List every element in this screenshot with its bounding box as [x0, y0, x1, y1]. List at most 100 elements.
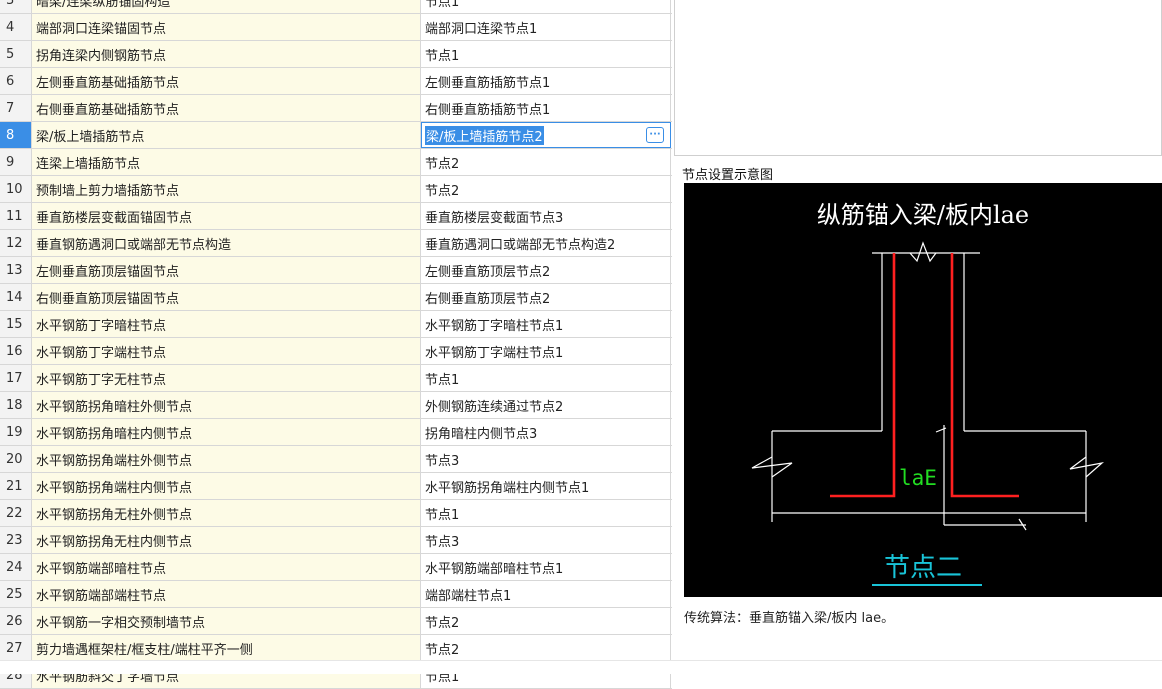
row-number[interactable]: 6 — [0, 68, 32, 94]
node-name-cell: 左侧垂直筋基础插筋节点 — [32, 68, 421, 94]
node-value-cell[interactable]: 梁/板上墙插筋节点2 ··· — [421, 122, 671, 148]
node-value-cell[interactable]: 垂直筋楼层变截面节点3 — [421, 203, 671, 229]
row-number[interactable]: 16 — [0, 338, 32, 364]
node-name-cell: 梁/板上墙插筋节点 — [32, 122, 421, 148]
table-row[interactable]: 8 梁/板上墙插筋节点 梁/板上墙插筋节点2 ··· — [0, 122, 672, 149]
node-name-cell: 暗梁/连梁纵筋锚固构造 — [32, 0, 421, 13]
node-value-cell[interactable]: 节点2 — [421, 176, 671, 202]
node-value-cell[interactable]: 节点2 — [421, 608, 671, 634]
table-row[interactable]: 21 水平钢筋拐角端柱内侧节点 水平钢筋拐角端柱内侧节点1 — [0, 473, 672, 500]
node-value-cell[interactable]: 水平钢筋端部暗柱节点1 — [421, 554, 671, 580]
node-value-cell[interactable]: 节点1 — [421, 365, 671, 391]
node-value-cell[interactable]: 节点3 — [421, 446, 671, 472]
row-number[interactable]: 18 — [0, 392, 32, 418]
row-number[interactable]: 15 — [0, 311, 32, 337]
table-row[interactable]: 15 水平钢筋丁字暗柱节点 水平钢筋丁字暗柱节点1 — [0, 311, 672, 338]
table-row[interactable]: 25 水平钢筋端部端柱节点 端部端柱节点1 — [0, 581, 672, 608]
anchorage-length-label: laE — [899, 466, 937, 490]
table-row[interactable]: 11 垂直筋楼层变截面锚固节点 垂直筋楼层变截面节点3 — [0, 203, 672, 230]
row-number[interactable]: 4 — [0, 14, 32, 40]
diagram-section-label: 节点设置示意图 — [682, 168, 774, 183]
table-row[interactable]: 22 水平钢筋拐角无柱外侧节点 节点1 — [0, 500, 672, 527]
node-value-cell[interactable]: 节点1 — [421, 41, 671, 67]
selected-value-text[interactable]: 梁/板上墙插筋节点2 — [425, 125, 544, 145]
row-number[interactable]: 8 — [0, 122, 32, 148]
row-number[interactable]: 3 — [0, 0, 32, 13]
node-name-cell: 水平钢筋拐角无柱内侧节点 — [32, 527, 421, 553]
node-name-cell: 水平钢筋端部端柱节点 — [32, 581, 421, 607]
table-row[interactable]: 19 水平钢筋拐角暗柱内侧节点 拐角暗柱内侧节点3 — [0, 419, 672, 446]
table-row[interactable]: 9 连梁上墙插筋节点 节点2 — [0, 149, 672, 176]
row-number[interactable]: 17 — [0, 365, 32, 391]
row-number[interactable]: 14 — [0, 284, 32, 310]
node-value-cell[interactable]: 水平钢筋拐角端柱内侧节点1 — [421, 473, 671, 499]
node-value-cell[interactable]: 节点2 — [421, 149, 671, 175]
table-row[interactable]: 16 水平钢筋丁字端柱节点 水平钢筋丁字端柱节点1 — [0, 338, 672, 365]
table-row[interactable]: 23 水平钢筋拐角无柱内侧节点 节点3 — [0, 527, 672, 554]
table-row[interactable]: 4 端部洞口连梁锚固节点 端部洞口连梁节点1 — [0, 14, 672, 41]
node-value-cell[interactable]: 左侧垂直筋顶层节点2 — [421, 257, 671, 283]
table-row[interactable]: 24 水平钢筋端部暗柱节点 水平钢筋端部暗柱节点1 — [0, 554, 672, 581]
node-name-cell: 水平钢筋拐角端柱内侧节点 — [32, 473, 421, 499]
property-panel-empty — [674, 0, 1162, 156]
node-value-cell[interactable]: 端部端柱节点1 — [421, 581, 671, 607]
row-number[interactable]: 21 — [0, 473, 32, 499]
node-name-cell: 左侧垂直筋顶层锚固节点 — [32, 257, 421, 283]
row-number[interactable]: 24 — [0, 554, 32, 580]
node-name-cell: 剪力墙遇框架柱/框支柱/端柱平齐一侧 — [32, 635, 421, 661]
node-name-cell: 水平钢筋拐角端柱外侧节点 — [32, 446, 421, 472]
algorithm-description: 传统算法：垂直筋锚入梁/板内 lae。 — [684, 611, 895, 626]
table-row[interactable]: 13 左侧垂直筋顶层锚固节点 左侧垂直筋顶层节点2 — [0, 257, 672, 284]
node-name-cell: 水平钢筋丁字无柱节点 — [32, 365, 421, 391]
table-row[interactable]: 10 预制墙上剪力墙插筋节点 节点2 — [0, 176, 672, 203]
row-number[interactable]: 5 — [0, 41, 32, 67]
row-number[interactable]: 27 — [0, 635, 32, 661]
node-caption: 节点二 — [884, 553, 962, 583]
table-row[interactable]: 14 右侧垂直筋顶层锚固节点 右侧垂直筋顶层节点2 — [0, 284, 672, 311]
row-number[interactable]: 11 — [0, 203, 32, 229]
node-value-cell[interactable]: 节点1 — [421, 500, 671, 526]
row-number[interactable]: 22 — [0, 500, 32, 526]
node-name-cell: 垂直筋楼层变截面锚固节点 — [32, 203, 421, 229]
node-name-cell: 连梁上墙插筋节点 — [32, 149, 421, 175]
table-row[interactable]: 20 水平钢筋拐角端柱外侧节点 节点3 — [0, 446, 672, 473]
node-value-cell[interactable]: 外侧钢筋连续通过节点2 — [421, 392, 671, 418]
node-value-cell[interactable]: 右侧垂直筋顶层节点2 — [421, 284, 671, 310]
row-number[interactable]: 7 — [0, 95, 32, 121]
more-options-button[interactable]: ··· — [646, 127, 664, 143]
table-row[interactable]: 5 拐角连梁内侧钢筋节点 节点1 — [0, 41, 672, 68]
node-value-cell[interactable]: 水平钢筋丁字暗柱节点1 — [421, 311, 671, 337]
node-value-cell[interactable]: 节点2 — [421, 635, 671, 661]
node-value-cell[interactable]: 右侧垂直筋插筋节点1 — [421, 95, 671, 121]
row-number[interactable]: 25 — [0, 581, 32, 607]
node-value-cell[interactable]: 端部洞口连梁节点1 — [421, 14, 671, 40]
table-row[interactable]: 17 水平钢筋丁字无柱节点 节点1 — [0, 365, 672, 392]
node-diagram-canvas: 纵筋锚入梁/板内lae laE 节点二 — [684, 183, 1162, 597]
row-number[interactable]: 26 — [0, 608, 32, 634]
row-number[interactable]: 13 — [0, 257, 32, 283]
node-name-cell: 右侧垂直筋基础插筋节点 — [32, 95, 421, 121]
table-row[interactable]: 3 暗梁/连梁纵筋锚固构造 节点1 — [0, 0, 672, 14]
table-row[interactable]: 26 水平钢筋一字相交预制墙节点 节点2 — [0, 608, 672, 635]
node-value-cell[interactable]: 垂直筋遇洞口或端部无节点构造2 — [421, 230, 671, 256]
node-value-cell[interactable]: 节点3 — [421, 527, 671, 553]
row-number[interactable]: 23 — [0, 527, 32, 553]
table-row[interactable]: 7 右侧垂直筋基础插筋节点 右侧垂直筋插筋节点1 — [0, 95, 672, 122]
node-name-cell: 水平钢筋端部暗柱节点 — [32, 554, 421, 580]
node-value-cell[interactable]: 节点1 — [421, 0, 671, 13]
table-row[interactable]: 12 垂直钢筋遇洞口或端部无节点构造 垂直筋遇洞口或端部无节点构造2 — [0, 230, 672, 257]
table-row[interactable]: 6 左侧垂直筋基础插筋节点 左侧垂直筋插筋节点1 — [0, 68, 672, 95]
row-number[interactable]: 20 — [0, 446, 32, 472]
node-name-cell: 水平钢筋拐角无柱外侧节点 — [32, 500, 421, 526]
node-name-cell: 水平钢筋丁字端柱节点 — [32, 338, 421, 364]
node-name-cell: 水平钢筋拐角暗柱内侧节点 — [32, 419, 421, 445]
node-value-cell[interactable]: 水平钢筋丁字端柱节点1 — [421, 338, 671, 364]
row-number[interactable]: 10 — [0, 176, 32, 202]
row-number[interactable]: 9 — [0, 149, 32, 175]
node-value-cell[interactable]: 拐角暗柱内侧节点3 — [421, 419, 671, 445]
table-row[interactable]: 18 水平钢筋拐角暗柱外侧节点 外侧钢筋连续通过节点2 — [0, 392, 672, 419]
table-row[interactable]: 27 剪力墙遇框架柱/框支柱/端柱平齐一侧 节点2 — [0, 635, 672, 662]
row-number[interactable]: 12 — [0, 230, 32, 256]
node-value-cell[interactable]: 左侧垂直筋插筋节点1 — [421, 68, 671, 94]
row-number[interactable]: 19 — [0, 419, 32, 445]
